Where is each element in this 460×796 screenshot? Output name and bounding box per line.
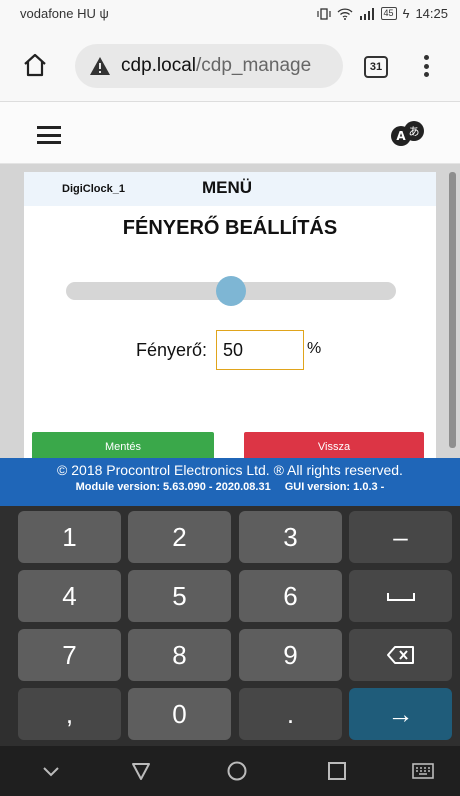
- more-vert-icon[interactable]: [418, 52, 434, 80]
- key-6[interactable]: 6: [239, 570, 342, 622]
- key-3[interactable]: 3: [239, 511, 342, 563]
- unit-label: %: [307, 340, 322, 357]
- clock: 14:25: [415, 6, 448, 21]
- space-icon: [386, 593, 415, 601]
- svg-text:あ: あ: [409, 125, 420, 138]
- translate-icon[interactable]: A あ: [388, 120, 428, 148]
- url-path: /cdp_manage: [196, 55, 312, 76]
- brightness-label: Fényerő:: [136, 340, 208, 360]
- address-bar[interactable]: cdp.local/cdp_manage: [75, 44, 343, 88]
- module-version: Module version: 5.63.090 - 2020.08.31: [75, 481, 271, 493]
- settings-panel: DigiClock_1 MENÜ FÉNYERŐ BEÁLLÍTÁS Fénye…: [24, 172, 436, 462]
- home-circle-icon[interactable]: [226, 760, 248, 782]
- brightness-field-row: Fényerő: %: [24, 330, 436, 370]
- numeric-keyboard: 1 2 3 – 4 5 6 7 8 9 , 0 . →: [0, 506, 460, 746]
- wifi-icon: [337, 7, 353, 20]
- version-row: Module version: 5.63.090 - 2020.08.31 GU…: [0, 481, 460, 493]
- backspace-icon: [386, 646, 414, 664]
- battery-icon: 45: [380, 7, 397, 20]
- tabs-button[interactable]: 31: [364, 56, 388, 78]
- status-right: 45 ϟ 14:25: [316, 6, 448, 21]
- status-bar: vodafone HU ψ 45 ϟ 14:25: [0, 0, 460, 28]
- signal-icon: [359, 7, 374, 20]
- key-0[interactable]: 0: [128, 688, 231, 740]
- key-period[interactable]: .: [239, 688, 342, 740]
- gui-version: GUI version: 1.0.3 -: [284, 481, 385, 493]
- content-area: DigiClock_1 MENÜ FÉNYERŐ BEÁLLÍTÁS Fénye…: [0, 164, 460, 462]
- page-title: FÉNYERŐ BEÁLLÍTÁS: [122, 217, 338, 239]
- key-5[interactable]: 5: [128, 570, 231, 622]
- space-key[interactable]: [349, 570, 452, 622]
- key-4[interactable]: 4: [18, 570, 121, 622]
- copyright-text: © 2018 Procontrol Electronics Ltd. ® All…: [57, 462, 403, 478]
- key-8[interactable]: 8: [128, 629, 231, 681]
- usb-icon: ψ: [99, 6, 109, 21]
- browser-toolbar: cdp.local/cdp_manage 31: [0, 28, 460, 102]
- charging-icon: ϟ: [402, 6, 410, 21]
- backspace-key[interactable]: [349, 629, 452, 681]
- device-name: DigiClock_1: [62, 183, 125, 195]
- key-comma[interactable]: ,: [18, 688, 121, 740]
- keyboard-icon[interactable]: [412, 760, 434, 782]
- key-7[interactable]: 7: [18, 629, 121, 681]
- brightness-slider[interactable]: [66, 276, 396, 306]
- hamburger-icon[interactable]: [37, 126, 61, 144]
- warning-icon[interactable]: [89, 56, 111, 76]
- key-minus[interactable]: –: [349, 511, 452, 563]
- app-header: A あ: [0, 102, 460, 164]
- slider-thumb[interactable]: [216, 276, 246, 306]
- recents-square-icon[interactable]: [326, 760, 348, 782]
- scrollbar[interactable]: [449, 172, 456, 448]
- key-9[interactable]: 9: [239, 629, 342, 681]
- home-icon[interactable]: [22, 52, 48, 78]
- enter-key[interactable]: →: [349, 688, 452, 740]
- key-1[interactable]: 1: [18, 511, 121, 563]
- carrier-label: vodafone HU ψ: [20, 6, 109, 21]
- footer: © 2018 Procontrol Electronics Ltd. ® All…: [0, 458, 460, 506]
- panel-header: DigiClock_1 MENÜ: [24, 172, 436, 206]
- back-triangle-icon[interactable]: [130, 760, 152, 782]
- vibrate-icon: [316, 7, 331, 20]
- key-2[interactable]: 2: [128, 511, 231, 563]
- menu-title[interactable]: MENÜ: [202, 178, 252, 198]
- brightness-input[interactable]: [216, 330, 304, 370]
- chevron-down-icon[interactable]: [40, 760, 62, 782]
- url-domain: cdp.local: [121, 55, 196, 76]
- system-nav-bar: [0, 746, 460, 796]
